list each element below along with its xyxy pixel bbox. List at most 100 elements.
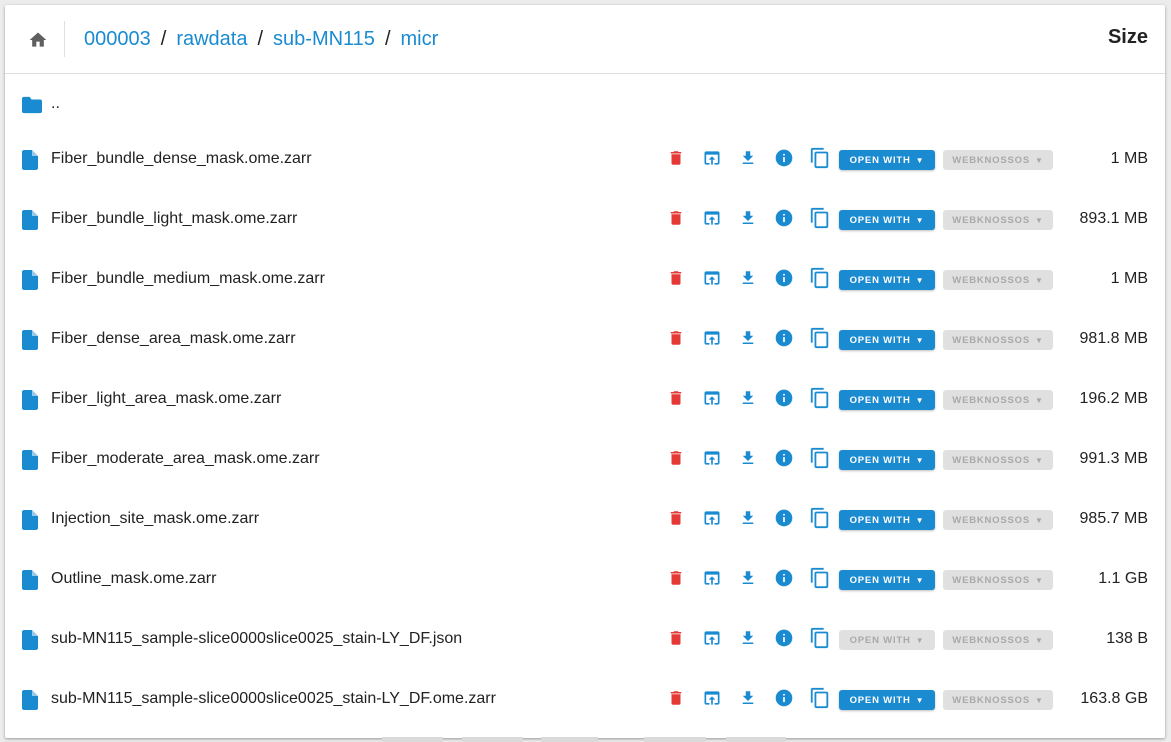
open-with-button[interactable]: OPEN WITH ▼ <box>839 510 935 530</box>
copy-button[interactable] <box>808 507 832 532</box>
trash-icon <box>667 328 685 353</box>
delete-button[interactable] <box>664 148 688 172</box>
open-with-button[interactable]: OPEN WITH ▼ <box>839 450 935 470</box>
file-name[interactable]: Fiber_bundle_medium_mask.ome.zarr <box>51 270 325 288</box>
copy-button[interactable] <box>808 267 832 292</box>
file-row: Fiber_moderate_area_mask.ome.zarr OPEN WI… <box>5 430 1165 490</box>
file-name[interactable]: Fiber_moderate_area_mask.ome.zarr <box>51 450 320 468</box>
open-in-new-button[interactable] <box>700 388 724 412</box>
download-button[interactable] <box>736 568 760 592</box>
delete-button[interactable] <box>664 448 688 472</box>
copy-button[interactable] <box>808 627 832 652</box>
info-button[interactable] <box>772 688 796 712</box>
info-icon <box>774 388 794 413</box>
file-row: Outline_mask.ome.zarr OPEN WITH ▼ WEBKNOSSO… <box>5 550 1165 610</box>
open-in-new-button[interactable] <box>700 508 724 532</box>
copy-button[interactable] <box>808 327 832 352</box>
info-button[interactable] <box>772 208 796 232</box>
file-name[interactable]: Injection_site_mask.ome.zarr <box>51 510 259 528</box>
info-button[interactable] <box>772 148 796 172</box>
file-size: 196.2 MB <box>1079 390 1148 407</box>
open-with-button[interactable]: OPEN WITH ▼ <box>839 150 935 170</box>
file-row: sub-MN115_sample-slice0000slice0025_stai… <box>5 670 1165 730</box>
caret-down-icon: ▼ <box>915 275 925 285</box>
caret-down-icon: ▼ <box>915 215 925 225</box>
file-name[interactable]: Outline_mask.ome.zarr <box>51 570 216 588</box>
info-button[interactable] <box>772 328 796 352</box>
open-in-new-button[interactable] <box>700 148 724 172</box>
open-with-button[interactable]: OPEN WITH ▼ <box>839 330 935 350</box>
open-with-button[interactable]: OPEN WITH ▼ <box>839 690 935 710</box>
file-name[interactable]: sub-MN115_sample-slice0000slice0025_stai… <box>51 630 462 648</box>
info-button[interactable] <box>772 508 796 532</box>
open-in-new-button[interactable] <box>700 328 724 352</box>
copy-button[interactable] <box>808 687 832 712</box>
delete-button[interactable] <box>664 388 688 412</box>
info-button[interactable] <box>772 628 796 652</box>
download-button[interactable] <box>736 388 760 412</box>
open-in-new-button[interactable] <box>700 268 724 292</box>
info-button[interactable] <box>772 448 796 472</box>
download-button[interactable] <box>736 328 760 352</box>
webknossos-label: WEBKNOSSOS <box>952 274 1030 286</box>
open-in-new-button[interactable] <box>700 688 724 712</box>
trash-icon <box>667 688 685 713</box>
copy-button[interactable] <box>808 567 832 592</box>
info-button[interactable] <box>772 388 796 412</box>
webknossos-label: WEBKNOSSOS <box>952 154 1030 166</box>
open-with-button[interactable]: OPEN WITH ▼ <box>839 570 935 590</box>
delete-button[interactable] <box>664 688 688 712</box>
download-icon <box>739 268 757 293</box>
breadcrumb-item-000003[interactable]: 000003 <box>84 28 151 51</box>
info-button[interactable] <box>772 568 796 592</box>
download-button[interactable] <box>736 448 760 472</box>
file-name[interactable]: Fiber_bundle_dense_mask.ome.zarr <box>51 150 312 168</box>
open-with-label: OPEN WITH <box>849 634 911 646</box>
open-with-button[interactable]: OPEN WITH ▼ <box>839 390 935 410</box>
delete-button[interactable] <box>664 628 688 652</box>
open-in-new-button[interactable] <box>700 448 724 472</box>
parent-directory-label[interactable]: .. <box>51 95 60 113</box>
download-button[interactable] <box>736 508 760 532</box>
download-button[interactable] <box>736 148 760 172</box>
copy-button[interactable] <box>808 146 832 175</box>
home-button[interactable] <box>25 27 51 53</box>
bottom-tab-hint <box>541 737 598 742</box>
delete-button[interactable] <box>664 568 688 592</box>
webknossos-button: WEBKNOSSOS ▼ <box>943 330 1053 350</box>
download-button[interactable] <box>736 208 760 232</box>
download-button[interactable] <box>736 688 760 712</box>
delete-button[interactable] <box>664 328 688 352</box>
copy-icon <box>809 386 831 415</box>
open-in-new-button[interactable] <box>700 208 724 232</box>
webknossos-button: WEBKNOSSOS ▼ <box>943 690 1053 710</box>
copy-icon <box>809 146 831 175</box>
breadcrumb-item-rawdata[interactable]: rawdata <box>176 28 247 51</box>
download-icon <box>739 688 757 713</box>
delete-button[interactable] <box>664 268 688 292</box>
copy-button[interactable] <box>808 447 832 472</box>
webknossos-label: WEBKNOSSOS <box>952 214 1030 226</box>
open-in-new-button[interactable] <box>700 568 724 592</box>
file-name[interactable]: Fiber_bundle_light_mask.ome.zarr <box>51 210 297 228</box>
copy-button[interactable] <box>808 386 832 415</box>
open-with-button[interactable]: OPEN WITH ▼ <box>839 270 935 290</box>
copy-button[interactable] <box>808 207 832 232</box>
file-name[interactable]: sub-MN115_sample-slice0000slice0025_stai… <box>51 690 496 708</box>
file-name[interactable]: Fiber_dense_area_mask.ome.zarr <box>51 330 296 348</box>
download-button[interactable] <box>736 268 760 292</box>
info-button[interactable] <box>772 268 796 292</box>
open-with-button[interactable]: OPEN WITH ▼ <box>839 210 935 230</box>
open-in-new-button[interactable] <box>700 628 724 652</box>
open-in-new-icon <box>702 508 722 533</box>
download-button[interactable] <box>736 628 760 652</box>
caret-down-icon: ▼ <box>915 515 925 525</box>
webknossos-label: WEBKNOSSOS <box>952 574 1030 586</box>
breadcrumb-item-sub-mn115[interactable]: sub-MN115 <box>273 28 375 51</box>
parent-directory-row[interactable]: .. <box>5 81 1165 129</box>
open-with-label: OPEN WITH <box>849 694 911 706</box>
delete-button[interactable] <box>664 508 688 532</box>
delete-button[interactable] <box>664 208 688 232</box>
breadcrumb-item-micr[interactable]: micr <box>401 28 439 51</box>
file-name[interactable]: Fiber_light_area_mask.ome.zarr <box>51 390 281 408</box>
